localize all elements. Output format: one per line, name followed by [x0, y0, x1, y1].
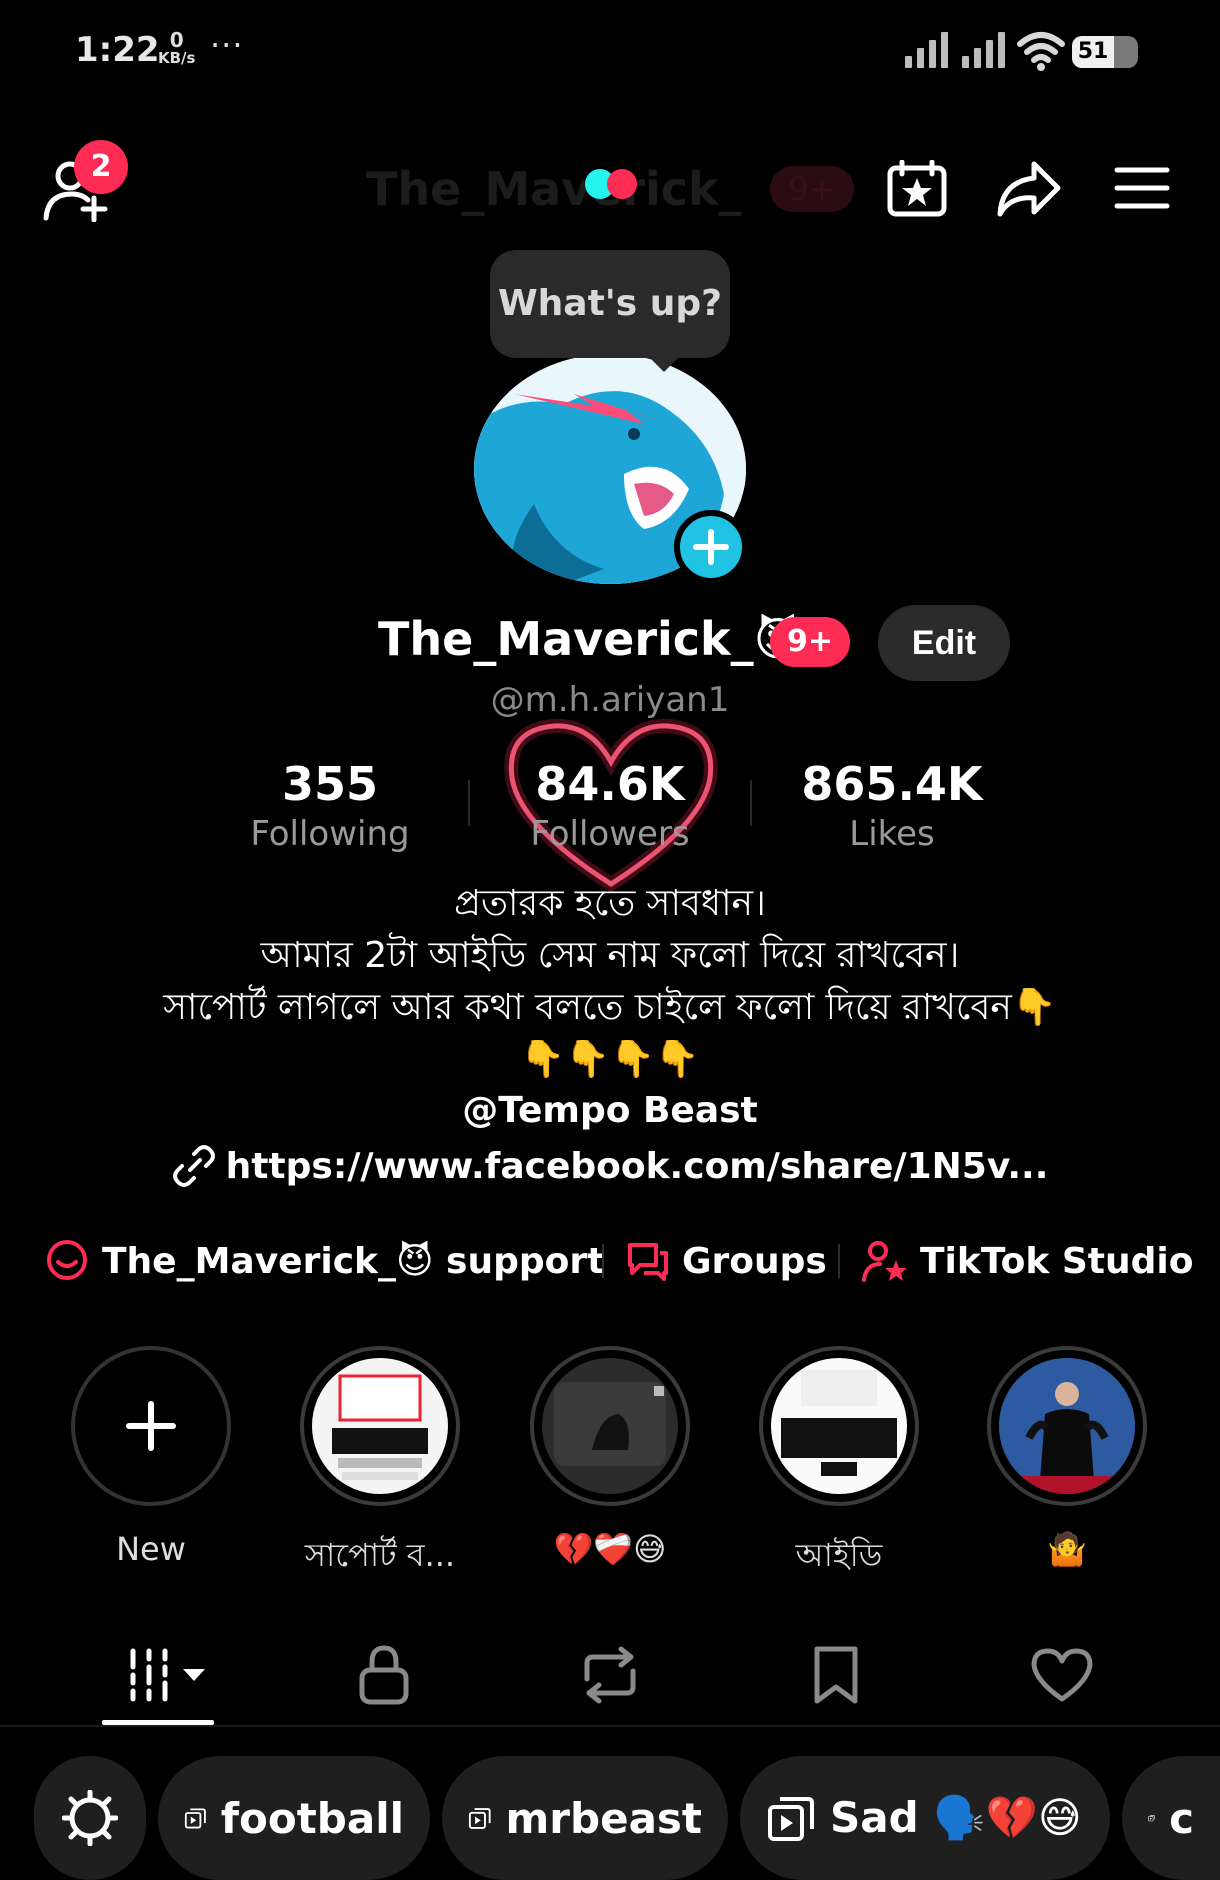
- highlight-label: 💔❤️‍🩹😅: [553, 1530, 667, 1568]
- status-more-dots: ···: [210, 26, 244, 64]
- network-speed-value: 0: [169, 28, 184, 52]
- likes-label: Likes: [849, 814, 935, 854]
- notification-badge[interactable]: 9+: [770, 617, 850, 667]
- highlight-label: সাপোর্ট ব...: [304, 1536, 456, 1574]
- header-ghost-title: The_Maverick_: [366, 162, 742, 216]
- tab-private[interactable]: [344, 1640, 424, 1710]
- battery-indicator: 51: [1072, 36, 1138, 68]
- edit-profile-button[interactable]: Edit: [878, 605, 1010, 681]
- bio-website-link[interactable]: https://www.facebook.com/share/1N5v...: [226, 1146, 1049, 1187]
- battery-level: 51: [1072, 36, 1114, 68]
- stat-followers[interactable]: 84.6K Followers: [480, 756, 740, 856]
- collection-label: mrbeast: [505, 1793, 702, 1843]
- collection-chip[interactable]: Sad 🗣️💔😅: [740, 1756, 1110, 1880]
- profile-bio: প্রতারক হতে সাবধান। আমার 2টা আইডি সেম না…: [0, 878, 1220, 1086]
- bio-website-row: https://www.facebook.com/share/1N5v...: [0, 1144, 1220, 1188]
- highlight-label: New: [116, 1530, 186, 1568]
- highlight-thumbnail: [312, 1358, 448, 1494]
- menu-icon[interactable]: [1114, 166, 1170, 210]
- content-tabs: [0, 1630, 1220, 1726]
- quick-link-label: TikTok Studio: [920, 1240, 1194, 1282]
- highlight-new[interactable]: New: [68, 1346, 234, 1568]
- tab-reposts[interactable]: [570, 1640, 650, 1710]
- signal-icon: [905, 32, 948, 68]
- highlight-shrug[interactable]: 🤷: [984, 1346, 1150, 1568]
- quick-link-label: The_Maverick_😈 support: [102, 1240, 605, 1282]
- lock-icon: [359, 1645, 409, 1705]
- quick-link-divider: [838, 1244, 840, 1278]
- quick-link-label: Groups: [682, 1240, 827, 1282]
- tiktok-now-icon[interactable]: [582, 166, 642, 202]
- highlight-label: 🤷: [1047, 1530, 1087, 1568]
- collection-label: football: [220, 1793, 404, 1843]
- collection-label: Sad 🗣️💔😅: [830, 1793, 1082, 1842]
- signal-2-icon: [962, 32, 1005, 68]
- highlight-label: আইডি: [795, 1536, 883, 1574]
- tab-liked[interactable]: [1022, 1640, 1102, 1710]
- bio-line: 👇👇👇👇: [520, 1039, 700, 1080]
- header-ghost-badge: 9+: [770, 166, 854, 212]
- wifi-icon: [1017, 32, 1065, 71]
- whats-up-tooltip[interactable]: What's up?: [490, 250, 730, 372]
- add-story-button[interactable]: [674, 510, 748, 584]
- status-time: 1:22: [75, 30, 160, 70]
- highlight-support[interactable]: সাপোর্ট ব...: [297, 1346, 463, 1584]
- calendar-star-icon[interactable]: [886, 160, 948, 218]
- repost-icon: [584, 1646, 636, 1704]
- collection-chip[interactable]: football: [158, 1756, 430, 1880]
- creator-star-icon: [862, 1241, 907, 1282]
- collection-label: c: [1169, 1793, 1194, 1843]
- bio-mention-link[interactable]: @Tempo Beast: [462, 1090, 758, 1131]
- playlist-icon: [1148, 1815, 1155, 1822]
- chat-bubble-icon: [47, 1240, 87, 1280]
- stat-divider: [750, 780, 752, 826]
- bio-mention-row: @Tempo Beast: [0, 1090, 1220, 1131]
- bookmark-icon: [814, 1646, 858, 1704]
- quick-link-support[interactable]: The_Maverick_😈 support: [44, 1238, 604, 1284]
- friend-requests-badge: 2: [74, 140, 128, 194]
- highlight-thumbnail: [771, 1358, 907, 1494]
- playlist-icon: [184, 1808, 206, 1829]
- playlist-icon: [768, 1797, 814, 1841]
- highlight-thumbnail: [542, 1358, 678, 1494]
- bio-line: আমার 2টা আইডি সেম নাম ফলো দিয়ে রাখবেন।: [260, 935, 960, 976]
- heart-icon: [1031, 1648, 1093, 1702]
- followers-count: 84.6K: [535, 757, 685, 811]
- playlist-icon: [468, 1808, 491, 1829]
- network-speed-unit: KB/s: [158, 49, 196, 67]
- collection-chip[interactable]: c: [1122, 1756, 1220, 1880]
- quick-link-studio[interactable]: TikTok Studio: [862, 1238, 1193, 1284]
- group-chat-icon: [628, 1243, 668, 1281]
- network-speed: 0 KB/s: [158, 30, 195, 66]
- following-label: Following: [250, 814, 410, 854]
- stat-following[interactable]: 355 Following: [200, 756, 460, 856]
- display-name: The_Maverick_😈: [378, 612, 802, 666]
- collection-chip[interactable]: mrbeast: [442, 1756, 728, 1880]
- plus-icon: [126, 1401, 176, 1451]
- stat-divider: [468, 780, 470, 826]
- likes-count: 865.4K: [801, 757, 983, 811]
- share-icon[interactable]: [996, 160, 1062, 218]
- videos-grid-icon: [130, 1648, 205, 1702]
- quick-link-divider: [602, 1244, 604, 1278]
- stat-likes[interactable]: 865.4K Likes: [762, 756, 1022, 856]
- link-icon: [172, 1145, 215, 1187]
- tabs-divider: [0, 1725, 1220, 1727]
- highlight-thumbnail: [999, 1358, 1135, 1494]
- highlight-id[interactable]: আইডি: [756, 1346, 922, 1584]
- quick-link-groups[interactable]: Groups: [626, 1238, 827, 1284]
- plus-icon: [693, 529, 729, 565]
- bio-line: প্রতারক হতে সাবধান।: [454, 883, 766, 924]
- bio-line: সাপোর্ট লাগলে আর কথা বলতে চাইলে ফলো দিয়…: [163, 987, 1057, 1028]
- highlight-heart[interactable]: 💔❤️‍🩹😅: [527, 1346, 693, 1568]
- collections-settings-button[interactable]: [34, 1756, 146, 1880]
- tab-videos[interactable]: [118, 1640, 214, 1710]
- gear-icon: [62, 1790, 118, 1846]
- followers-label: Followers: [530, 814, 690, 854]
- tab-favorites[interactable]: [796, 1640, 876, 1710]
- following-count: 355: [281, 757, 379, 811]
- username-handle: @m.h.ariyan1: [490, 680, 730, 720]
